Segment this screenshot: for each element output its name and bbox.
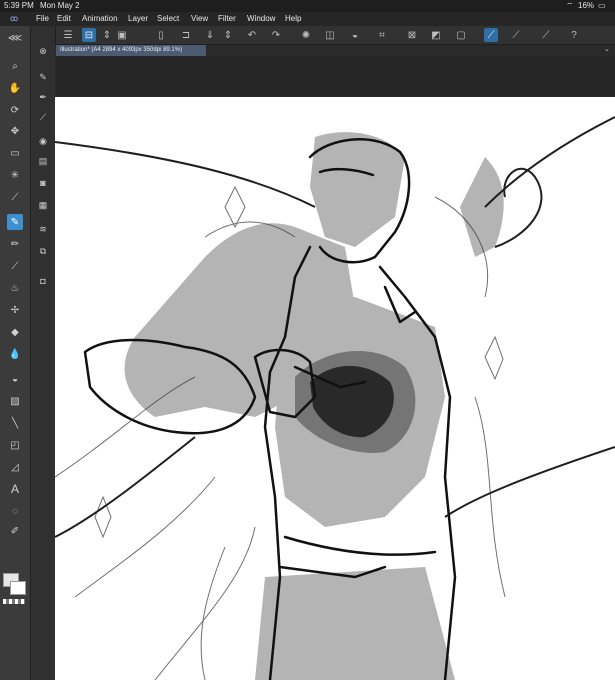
select-icon[interactable]: ▭	[7, 145, 23, 161]
sub-tool-palette: ⊗ ✎ ✒ ⟋ ◉ ▤ ◙ ▦ ≋ ⧉ ◘	[31, 26, 56, 680]
capture-icon[interactable]: ◘	[36, 274, 50, 288]
layers-stack-icon[interactable]: ⧉	[36, 244, 50, 258]
menu-file[interactable]: File	[36, 14, 49, 23]
ruler-tool-icon[interactable]: ◿	[7, 459, 23, 475]
gallery-icon[interactable]: ▣	[115, 28, 129, 42]
undo-icon[interactable]: ↶	[245, 28, 259, 42]
menu-edit[interactable]: Edit	[57, 14, 71, 23]
decoration-icon[interactable]: ✢	[7, 302, 23, 318]
app-logo-icon[interactable]: ꝏ	[10, 14, 18, 23]
menu-bar: ꝏ File Edit Animation Layer Select View …	[0, 12, 615, 26]
correction-icon[interactable]: ✐	[7, 523, 23, 539]
transform-icon[interactable]: ⌗	[375, 28, 389, 42]
new-canvas-icon[interactable]: ⊟	[82, 28, 96, 42]
battery-icon: ▭	[598, 1, 606, 10]
rotate-icon[interactable]: ⟳	[7, 102, 23, 118]
pen-icon[interactable]: ✎	[7, 214, 23, 230]
save-icon[interactable]: ⇓	[203, 28, 217, 42]
redo-icon[interactable]: ↷	[269, 28, 283, 42]
menu-select[interactable]: Select	[157, 14, 179, 23]
balloon-icon[interactable]: ◌	[7, 503, 23, 519]
hand-icon[interactable]: ✋	[7, 80, 23, 96]
menu-filter[interactable]: Filter	[218, 14, 236, 23]
sketch-artwork	[55, 116, 615, 680]
brush-icon[interactable]: ⟋	[7, 258, 23, 274]
status-time: 5:39 PM	[4, 1, 34, 10]
camera-icon[interactable]: ◙	[36, 176, 50, 190]
text-icon[interactable]: A	[7, 481, 23, 497]
blend-icon[interactable]: 💧	[7, 346, 23, 362]
deselect-icon[interactable]: ⊠	[405, 28, 419, 42]
eraser-icon[interactable]: ◆	[7, 324, 23, 340]
collapse-icon[interactable]: ⋘	[7, 30, 23, 46]
frame-icon[interactable]: ◰	[7, 437, 23, 453]
status-bar: 5:39 PM Mon May 2 ⌔ 16% ▭	[0, 0, 615, 12]
menu-icon[interactable]: ☰	[61, 28, 75, 42]
wifi-icon: ⌔	[566, 1, 574, 10]
zoom-icon[interactable]: ⌕	[7, 58, 23, 74]
open-file-icon[interactable]: ⊐	[179, 28, 193, 42]
magic-wand-icon[interactable]: ✳	[7, 167, 23, 183]
layer-property-icon[interactable]: ◉	[36, 134, 50, 148]
stepper-icon[interactable]: ⇕	[100, 28, 114, 42]
document-tab-label: Illustration* (A4 2894 x 4093px 350dpi 8…	[60, 47, 183, 53]
select-layer-icon[interactable]: ▢	[454, 28, 468, 42]
new-file-icon[interactable]: ▯	[154, 28, 168, 42]
menu-view[interactable]: View	[191, 14, 208, 23]
transparent-color-swatch[interactable]	[3, 599, 25, 604]
battery-percent: 16%	[578, 1, 595, 10]
menu-window[interactable]: Window	[247, 14, 275, 23]
layer-list-icon[interactable]: ▤	[36, 154, 50, 168]
fill-icon[interactable]: ◒	[348, 28, 362, 42]
command-bar: ☰ ⊟ ⇕ ▣ ▯ ⊐ ⇓ ⇕ ↶ ↷ ✺ ◫ ◒ ⌗ ⊠ ◩ ▢ ⟋ ⟋ ⟋ …	[55, 26, 615, 45]
stabilize-icon[interactable]: ⟋	[484, 28, 498, 42]
gradient-icon[interactable]: ▨	[7, 393, 23, 409]
help-icon[interactable]: ?	[567, 28, 581, 42]
material-icon[interactable]: ▦	[36, 198, 50, 212]
airbrush-icon[interactable]: ♨	[7, 280, 23, 296]
status-date: Mon May 2	[40, 1, 80, 10]
stepper-icon-2[interactable]: ⇕	[221, 28, 235, 42]
loading-icon[interactable]: ✺	[299, 28, 313, 42]
document-tab[interactable]: Illustration* (A4 2894 x 4093px 350dpi 8…	[56, 45, 206, 56]
ruler-icon[interactable]: ⟋	[539, 28, 553, 42]
sub-color-swatch[interactable]	[10, 581, 26, 595]
pencil-icon[interactable]: ✏	[7, 236, 23, 252]
layers-icon[interactable]: ≋	[36, 222, 50, 236]
perspective-icon[interactable]: ⟋	[509, 28, 523, 42]
invert-icon[interactable]: ◩	[429, 28, 443, 42]
menu-animation[interactable]: Animation	[82, 14, 118, 23]
brush-subtool-icon[interactable]: ⟋	[36, 110, 50, 124]
canvas-paper[interactable]	[55, 97, 615, 680]
clear-icon[interactable]: ◫	[323, 28, 337, 42]
pen-subtool-icon[interactable]: ✎	[36, 70, 50, 84]
menu-help[interactable]: Help	[285, 14, 301, 23]
ink-subtool-icon[interactable]: ✒	[36, 90, 50, 104]
close-icon[interactable]: ⊗	[36, 44, 50, 58]
fill-icon[interactable]: ◒	[7, 371, 23, 387]
move-icon[interactable]: ✥	[7, 123, 23, 139]
menu-layer[interactable]: Layer	[128, 14, 148, 23]
tool-palette: ⋘ ⌕ ✋ ⟳ ✥ ▭ ✳ ⟋ ✎ ✏ ⟋ ♨ ✢ ◆ 💧 ◒ ▨ ╲ ◰ ◿ …	[0, 26, 31, 680]
eyedropper-icon[interactable]: ⟋	[7, 189, 23, 205]
chevron-down-icon[interactable]: ⌄	[604, 45, 610, 53]
line-icon[interactable]: ╲	[7, 415, 23, 431]
